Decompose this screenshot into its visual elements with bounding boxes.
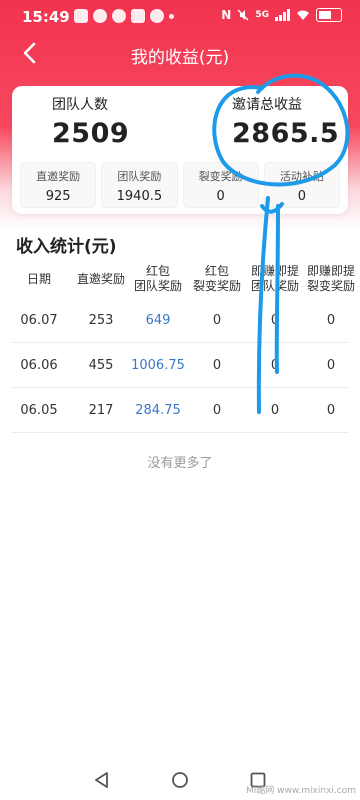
team-count-value: 2509: [52, 118, 130, 149]
mute-icon: [237, 9, 249, 21]
nfc-icon: N: [221, 8, 232, 22]
invite-total-stat: 邀请总收益 2865.5: [232, 94, 339, 149]
col-header-line1: 红包: [204, 264, 229, 278]
cell-direct: 217: [88, 403, 114, 418]
mini-stat-activity[interactable]: 活动补贴 0: [263, 162, 340, 208]
col-header-line1: 即赚即提: [306, 264, 355, 278]
col-header-line2: 团队奖励: [250, 279, 299, 293]
cell-fission: 0: [212, 403, 222, 418]
col-header-line1: 即赚即提: [250, 264, 299, 278]
team-count-label: 团队人数: [52, 97, 108, 113]
mini-stat-value: 0: [216, 189, 225, 204]
col-header-line1: 红包: [145, 264, 170, 278]
mini-stats: 直邀奖励 925 团队奖励 1940.5 裂变奖励 0 活动补贴 0: [20, 162, 340, 208]
cell-date: 06.05: [20, 403, 58, 418]
cell-instant-team: 0: [270, 403, 280, 418]
watermark-text: Mi酷网 www.mixinxi.com: [246, 786, 356, 796]
col-header-fission: 红包 裂变奖励: [190, 264, 244, 294]
mini-stat-value: 0: [297, 189, 307, 204]
col-header-line1: 日期: [26, 272, 51, 286]
triangle-back-icon: [95, 772, 108, 788]
cell-team[interactable]: 284.75: [131, 403, 185, 418]
system-home-button[interactable]: [170, 770, 190, 790]
system-back-button[interactable]: [92, 770, 112, 790]
mini-stat-label: 直邀奖励: [36, 170, 81, 183]
cell-team[interactable]: 649: [131, 313, 185, 328]
table-header: 日期 直邀奖励 红包 团队奖励 红包 裂变奖励 即赚即提 团队奖励 即赚即提 裂变奖励: [12, 264, 358, 296]
invite-total-label: 邀请总收益: [232, 97, 302, 113]
circle-home-icon: [172, 772, 188, 788]
table-row: 06.05 217 284.75 0 0 0: [12, 388, 348, 433]
penguin-icon: [93, 9, 107, 23]
invite-total-value: 2865.5: [232, 118, 340, 149]
col-header-line2: 裂变奖励: [192, 279, 241, 293]
chat-icon: [150, 9, 164, 23]
cell-date: 06.07: [20, 313, 58, 328]
battery-icon: [316, 8, 342, 22]
top-nav: 我的收益(元): [0, 34, 360, 74]
status-time: 15:49: [22, 8, 70, 26]
cell-instant-fission: 0: [326, 358, 336, 373]
income-table: 06.07 253 649 0 0 0 06.06 455 1006.75 0 …: [12, 298, 348, 433]
signal-icon: [275, 9, 290, 21]
dot-icon: [169, 14, 174, 19]
cell-instant-fission: 0: [326, 403, 336, 418]
col-header-line2: 团队奖励: [133, 279, 182, 293]
mini-stat-label: 裂变奖励: [198, 170, 243, 183]
mini-stat-direct[interactable]: 直邀奖励 925: [20, 162, 97, 208]
system-nav-bar: Mi酷网 www.mixinxi.com: [0, 760, 360, 800]
col-header-instant-team: 即赚即提 团队奖励: [248, 264, 302, 294]
cell-fission: 0: [212, 358, 222, 373]
wechat-icon: [112, 9, 126, 23]
status-bar: 15:49 N 5G: [0, 0, 360, 34]
col-header-date: 日期: [12, 272, 66, 287]
app-icon: [131, 9, 145, 23]
col-header-line1: 直邀奖励: [76, 272, 125, 286]
summary-card: 团队人数 2509 邀请总收益 2865.5 直邀奖励 925 团队奖励 194…: [12, 86, 348, 214]
col-header-instant-fission: 即赚即提 裂变奖励: [304, 264, 358, 294]
col-header-direct: 直邀奖励: [74, 272, 128, 287]
table-row: 06.07 253 649 0 0 0: [12, 298, 348, 343]
cell-instant-team: 0: [270, 358, 280, 373]
mini-stat-label: 活动补贴: [279, 170, 324, 183]
mini-stat-label: 团队奖励: [117, 170, 162, 183]
status-right-icons: N 5G: [221, 8, 342, 22]
income-section-title: 收入统计(元): [16, 237, 117, 257]
notification-icon: [74, 9, 88, 23]
cell-fission: 0: [212, 313, 222, 328]
mini-stat-value: 1940.5: [116, 189, 163, 204]
signal-text: 5G: [255, 10, 269, 20]
status-left-icons: [74, 9, 174, 23]
cell-instant-team: 0: [270, 313, 280, 328]
col-header-team: 红包 团队奖励: [131, 264, 185, 294]
cell-direct: 455: [88, 358, 114, 373]
cell-date: 06.06: [20, 358, 58, 373]
mini-stat-value: 925: [45, 189, 71, 204]
cell-instant-fission: 0: [326, 313, 336, 328]
no-more-label: 没有更多了: [147, 456, 213, 471]
team-count-stat: 团队人数 2509: [52, 94, 129, 149]
table-row: 06.06 455 1006.75 0 0 0: [12, 343, 348, 388]
page-title: 我的收益(元): [130, 48, 230, 68]
mini-stat-team[interactable]: 团队奖励 1940.5: [101, 162, 178, 208]
wifi-icon: [297, 10, 309, 20]
col-header-line2: 裂变奖励: [306, 279, 355, 293]
cell-direct: 253: [88, 313, 114, 328]
cell-team[interactable]: 1006.75: [131, 358, 185, 373]
mini-stat-fission[interactable]: 裂变奖励 0: [182, 162, 259, 208]
